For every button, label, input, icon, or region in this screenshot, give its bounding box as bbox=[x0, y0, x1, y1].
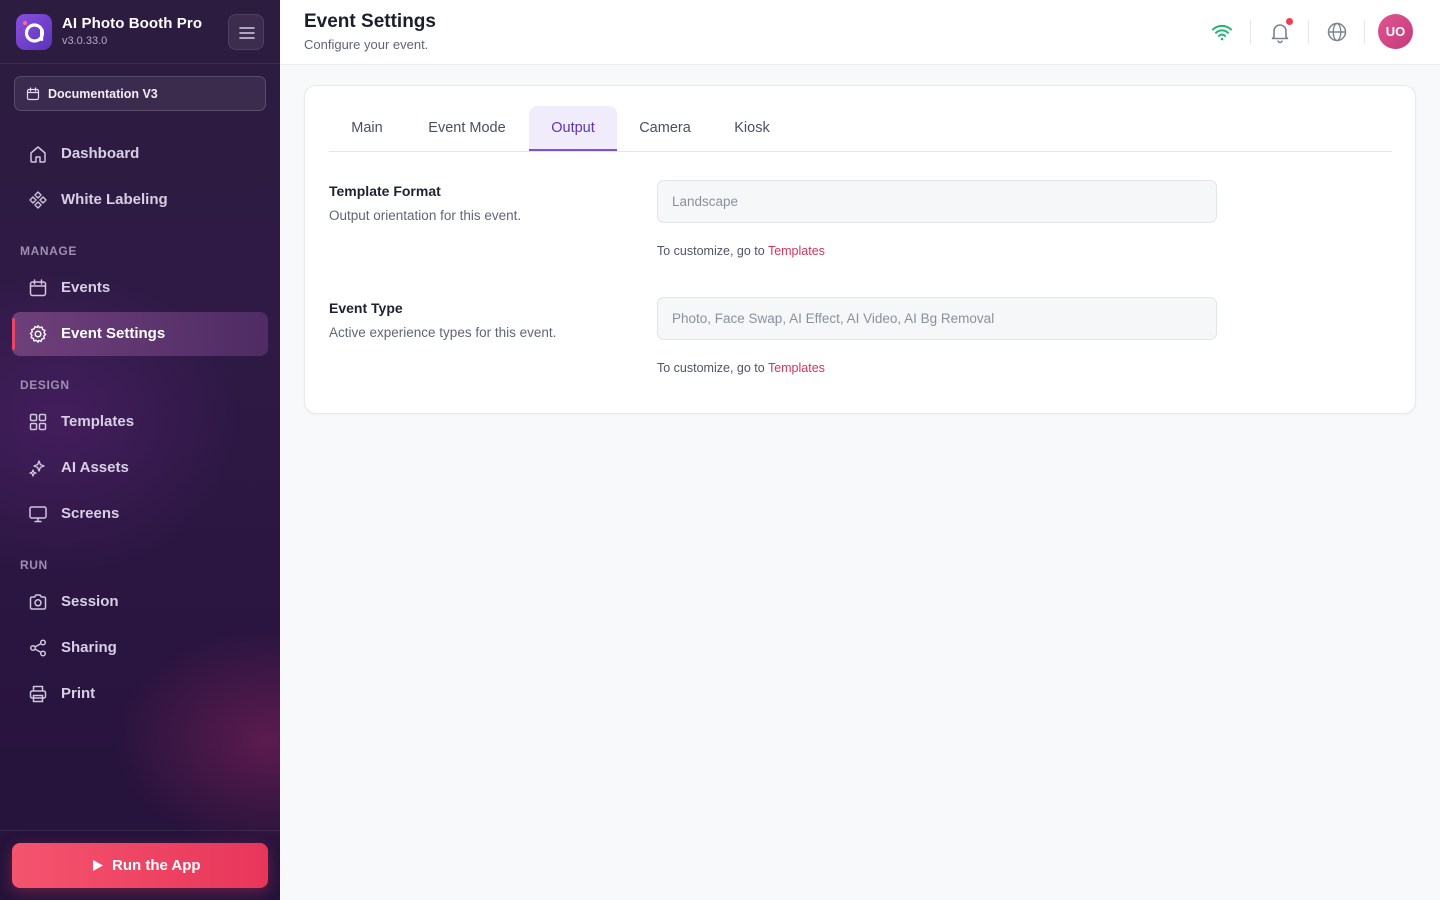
sidebar-item-event-settings[interactable]: Event Settings bbox=[12, 312, 268, 356]
app-name: AI Photo Booth Pro bbox=[62, 15, 203, 32]
sidebar-item-session[interactable]: Session bbox=[12, 580, 268, 624]
templates-link[interactable]: Templates bbox=[768, 361, 825, 375]
camera-icon bbox=[29, 594, 47, 610]
template-format-input[interactable] bbox=[657, 180, 1217, 223]
calendar-icon bbox=[29, 279, 47, 297]
templates-link[interactable]: Templates bbox=[768, 244, 825, 258]
section-label-design: DESIGN bbox=[20, 378, 70, 392]
tab-main[interactable]: Main bbox=[329, 106, 405, 151]
monitor-icon bbox=[29, 506, 47, 523]
app-logo-icon bbox=[16, 14, 52, 50]
toolbar-divider bbox=[1364, 20, 1365, 44]
sidebar-item-sharing[interactable]: Sharing bbox=[12, 626, 268, 670]
toolbar-divider bbox=[1250, 20, 1251, 44]
avatar[interactable]: UO bbox=[1378, 14, 1413, 49]
run-app-button[interactable]: Run the App bbox=[12, 843, 268, 888]
sparkles-icon bbox=[29, 460, 45, 477]
notification-dot bbox=[1286, 18, 1293, 25]
sidebar-item-label: Print bbox=[61, 685, 96, 702]
sidebar-item-label: Sharing bbox=[61, 639, 117, 656]
top-bar: Event Settings Configure your event. UO bbox=[280, 0, 1440, 65]
globe-icon[interactable] bbox=[1325, 20, 1349, 44]
sidebar-item-white-labeling[interactable]: White Labeling bbox=[12, 178, 268, 222]
tab-event-mode[interactable]: Event Mode bbox=[405, 106, 529, 151]
share-icon bbox=[29, 639, 47, 657]
template-format-description: Output orientation for this event. bbox=[329, 208, 522, 223]
section-label-run: RUN bbox=[20, 558, 48, 572]
settings-tabs: Main Event Mode Output Camera Kiosk bbox=[329, 106, 1392, 152]
calendar-icon bbox=[26, 87, 40, 101]
wifi-icon[interactable] bbox=[1210, 20, 1234, 44]
sidebar-item-label: Session bbox=[61, 593, 119, 610]
sidebar-item-print[interactable]: Print bbox=[12, 672, 268, 716]
tab-output[interactable]: Output bbox=[529, 106, 617, 151]
white-labeling-icon bbox=[29, 191, 47, 209]
brand-header: AI Photo Booth Pro v3.0.33.0 bbox=[0, 0, 280, 64]
event-type-description: Active experience types for this event. bbox=[329, 325, 557, 340]
hamburger-icon bbox=[239, 27, 255, 39]
event-type-label: Event Type bbox=[329, 300, 403, 316]
home-icon bbox=[30, 146, 46, 163]
section-label-manage: MANAGE bbox=[20, 244, 77, 258]
sidebar-item-label: Event Settings bbox=[61, 325, 166, 342]
event-selector-label: Documentation V3 bbox=[48, 87, 158, 101]
template-format-label: Template Format bbox=[329, 183, 441, 199]
settings-card: Main Event Mode Output Camera Kiosk Temp… bbox=[304, 85, 1416, 414]
event-selector[interactable]: Documentation V3 bbox=[14, 76, 266, 111]
sidebar: AI Photo Booth Pro v3.0.33.0 Documentati… bbox=[0, 0, 280, 900]
template-format-hint: To customize, go to Templates bbox=[657, 244, 825, 258]
sidebar-item-label: White Labeling bbox=[61, 191, 168, 208]
app-version: v3.0.33.0 bbox=[62, 35, 108, 47]
sidebar-item-label: Events bbox=[61, 279, 111, 296]
toolbar-divider bbox=[1308, 20, 1309, 44]
tab-camera[interactable]: Camera bbox=[619, 106, 711, 151]
tab-kiosk[interactable]: Kiosk bbox=[711, 106, 793, 151]
sidebar-item-screens[interactable]: Screens bbox=[12, 492, 268, 536]
event-type-input[interactable] bbox=[657, 297, 1217, 340]
sidebar-divider bbox=[0, 830, 280, 831]
page-title: Event Settings bbox=[304, 11, 436, 32]
sidebar-item-label: Dashboard bbox=[61, 145, 140, 162]
sidebar-item-events[interactable]: Events bbox=[12, 266, 268, 310]
event-type-hint: To customize, go to Templates bbox=[657, 361, 825, 375]
hint-text: To customize, go to bbox=[657, 361, 768, 375]
hint-text: To customize, go to bbox=[657, 244, 768, 258]
grid-icon bbox=[29, 413, 47, 431]
sidebar-item-label: Screens bbox=[61, 505, 120, 522]
sidebar-item-dashboard[interactable]: Dashboard bbox=[12, 132, 268, 176]
gear-icon bbox=[29, 325, 47, 343]
printer-icon bbox=[29, 685, 47, 703]
run-app-label: Run the App bbox=[112, 857, 201, 874]
sidebar-item-templates[interactable]: Templates bbox=[12, 400, 268, 444]
page-subtitle: Configure your event. bbox=[304, 37, 429, 52]
sidebar-item-label: AI Assets bbox=[61, 459, 129, 476]
play-icon bbox=[93, 860, 103, 871]
sidebar-item-label: Templates bbox=[61, 413, 135, 430]
menu-toggle-button[interactable] bbox=[228, 14, 264, 50]
sidebar-item-ai-assets[interactable]: AI Assets bbox=[12, 446, 268, 490]
